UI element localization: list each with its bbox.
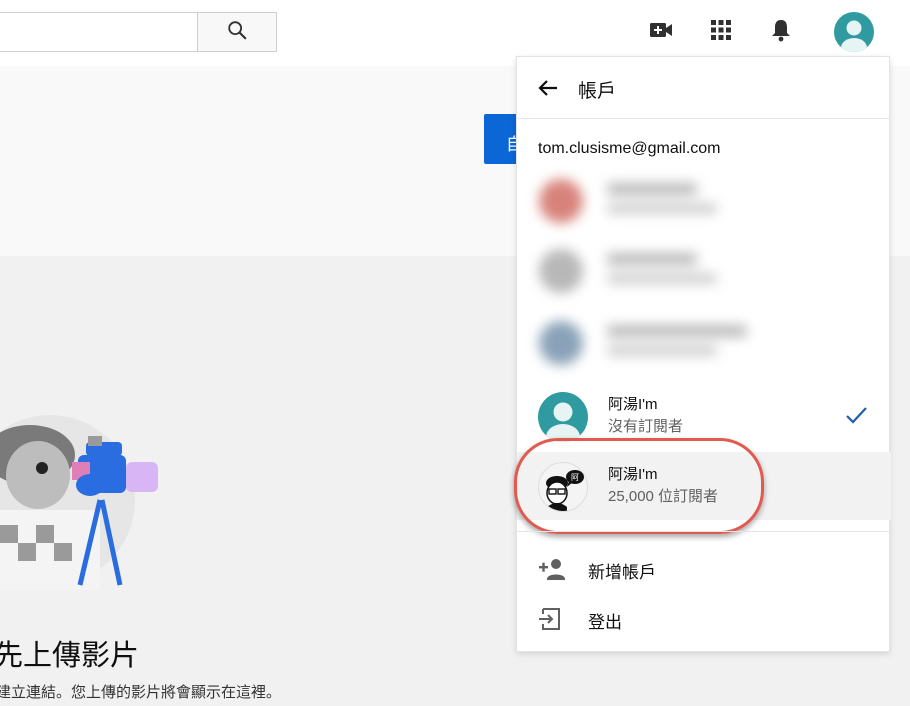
sign-out-button[interactable]: 登出 xyxy=(517,595,891,643)
default-avatar-icon xyxy=(546,402,580,442)
menu-label: 登出 xyxy=(588,613,622,632)
back-arrow-icon[interactable] xyxy=(535,75,561,101)
account-email: tom.clusisme@gmail.com xyxy=(538,140,721,157)
redacted-account-item[interactable] xyxy=(535,173,755,227)
add-person-icon xyxy=(537,555,565,583)
account-name: 阿湯I'm xyxy=(608,466,658,483)
account-switcher-panel: 帳戶 tom.clusisme@gmail.com 阿湯I'm 沒有訂閱者 阿 … xyxy=(514,56,891,652)
panel-header: 帳戶 xyxy=(517,57,889,119)
search-icon xyxy=(226,19,248,46)
video-camera-plus-icon xyxy=(648,19,674,46)
sign-out-icon xyxy=(537,605,565,633)
account-item-brand[interactable]: 阿 阿湯I'm 25,000 位訂閱者 xyxy=(517,452,891,520)
avatar xyxy=(538,392,588,442)
check-icon xyxy=(843,402,869,428)
cartoon-avatar-icon: 阿 xyxy=(546,470,584,511)
account-name: 阿湯I'm xyxy=(608,396,658,413)
search-button[interactable] xyxy=(197,12,277,52)
app-root: 自 先上傳影片 建立連結。您上傳的影片將會顯示在這裡。 帳戶 tom.clusi… xyxy=(0,0,910,706)
account-subscribers: 沒有訂閱者 xyxy=(608,418,684,435)
apps-button[interactable] xyxy=(705,16,737,48)
divider xyxy=(517,531,889,532)
upload-illustration xyxy=(0,400,170,590)
user-avatar-button[interactable] xyxy=(834,12,874,52)
notifications-button[interactable] xyxy=(765,16,797,48)
default-avatar-icon xyxy=(841,20,867,52)
add-account-button[interactable]: 新增帳戶 xyxy=(517,545,891,593)
svg-text:阿: 阿 xyxy=(571,473,579,482)
redacted-account-item[interactable] xyxy=(535,315,755,369)
apps-grid-icon xyxy=(710,19,732,46)
panel-title: 帳戶 xyxy=(578,81,617,102)
create-video-button[interactable] xyxy=(645,16,677,48)
avatar: 阿 xyxy=(538,462,588,512)
menu-label: 新增帳戶 xyxy=(588,563,656,582)
redacted-account-item[interactable] xyxy=(535,243,755,297)
bell-icon xyxy=(770,18,792,47)
account-item-current[interactable]: 阿湯I'm 沒有訂閱者 xyxy=(517,382,891,450)
upload-heading: 先上傳影片 xyxy=(0,640,140,672)
search-input[interactable] xyxy=(0,12,198,52)
account-subscribers: 25,000 位訂閱者 xyxy=(608,488,719,505)
upload-subtext: 建立連結。您上傳的影片將會顯示在這裡。 xyxy=(0,684,282,701)
